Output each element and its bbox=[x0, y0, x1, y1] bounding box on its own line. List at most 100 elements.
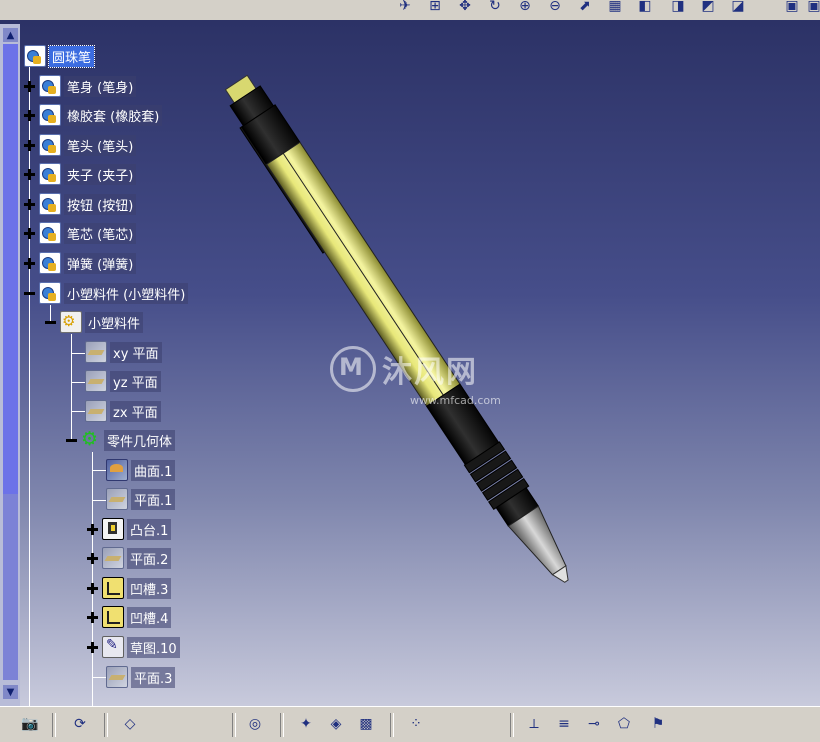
expand-icon[interactable] bbox=[24, 139, 35, 151]
collapse-icon[interactable] bbox=[66, 435, 77, 446]
sketch-tool-icon[interactable]: ◇ bbox=[120, 714, 140, 734]
tree-node-label[interactable]: 曲面.1 bbox=[131, 459, 176, 481]
tree-component[interactable]: 橡胶套 (橡胶套) bbox=[24, 104, 163, 126]
tree-part[interactable]: 小塑料件 bbox=[45, 311, 144, 333]
tree-body[interactable]: 零件几何体 bbox=[66, 428, 176, 451]
tree-node-label[interactable]: 弹簧 (弹簧) bbox=[64, 252, 137, 274]
plane-icon bbox=[106, 666, 128, 688]
tree-feature[interactable]: 凹槽.4 bbox=[87, 606, 172, 628]
tree-node-label[interactable]: 小塑料件 (小塑料件) bbox=[64, 282, 189, 304]
tree-node-label[interactable]: 夹子 (夹子) bbox=[64, 163, 137, 185]
groove-icon bbox=[102, 606, 124, 628]
capture-icon[interactable]: 📷 bbox=[20, 714, 40, 734]
tree-feature[interactable]: 平面.3 bbox=[106, 666, 176, 688]
helix-icon[interactable]: ◎ bbox=[245, 714, 265, 734]
fly-mode-icon[interactable]: ✈ bbox=[395, 0, 415, 16]
3d-viewport[interactable]: 沐风网 www.mfcad.com ▲ ▼ 圆珠笔 笔身 (笔身) 橡胶套 (橡… bbox=[0, 20, 820, 706]
watermark: 沐风网 bbox=[330, 346, 478, 392]
tree-component[interactable]: 小塑料件 (小塑料件) bbox=[24, 282, 189, 304]
tree-node-label[interactable]: 凹槽.3 bbox=[127, 577, 172, 599]
measure-icon[interactable]: ◈ bbox=[326, 714, 346, 734]
pan-icon[interactable]: ✥ bbox=[455, 0, 475, 16]
constraint-icon[interactable]: ⟂ bbox=[524, 714, 544, 734]
expand-icon[interactable] bbox=[24, 198, 35, 210]
tree-feature[interactable]: 平面.1 bbox=[106, 488, 176, 510]
expand-icon[interactable] bbox=[87, 552, 98, 564]
tree-node-label[interactable]: 平面.3 bbox=[131, 666, 176, 688]
tree-feature[interactable]: 平面.2 bbox=[87, 547, 172, 569]
tree-node-label[interactable]: 凸台.1 bbox=[127, 518, 172, 540]
tree-plane[interactable]: zx 平面 bbox=[85, 400, 161, 422]
swap-visible-space-icon[interactable]: ◪ bbox=[728, 0, 748, 16]
tree-node-label[interactable]: xy 平面 bbox=[110, 341, 162, 363]
tree-node-label[interactable]: zx 平面 bbox=[110, 400, 161, 422]
tree-node-label[interactable]: 橡胶套 (橡胶套) bbox=[64, 104, 163, 126]
tree-root-label[interactable]: 圆珠笔 bbox=[47, 44, 96, 68]
expand-icon[interactable] bbox=[87, 641, 98, 653]
expand-icon[interactable] bbox=[87, 523, 98, 535]
tree-node-label[interactable]: 零件几何体 bbox=[104, 429, 176, 451]
collapse-icon[interactable] bbox=[24, 288, 35, 299]
tree-node-label[interactable]: 笔芯 (笔芯) bbox=[64, 222, 137, 244]
expand-icon[interactable] bbox=[24, 257, 35, 269]
scroll-up-button[interactable]: ▲ bbox=[3, 28, 18, 42]
apply-material-icon[interactable]: ✦ bbox=[296, 714, 316, 734]
rotate-icon[interactable]: ↻ bbox=[485, 0, 505, 16]
tree-plane[interactable]: yz 平面 bbox=[85, 370, 161, 392]
tree-feature[interactable]: 凸台.1 bbox=[87, 518, 172, 540]
surface-icon bbox=[106, 459, 128, 481]
tree-root[interactable]: 圆珠笔 bbox=[24, 44, 96, 68]
tree-component[interactable]: 笔头 (笔头) bbox=[24, 134, 137, 156]
tree-component[interactable]: 笔身 (笔身) bbox=[24, 75, 137, 97]
expand-icon[interactable] bbox=[24, 80, 35, 92]
expand-icon[interactable] bbox=[24, 227, 35, 239]
tree-component[interactable]: 按钮 (按钮) bbox=[24, 193, 137, 215]
plane-icon bbox=[106, 488, 128, 510]
text-annotation-icon[interactable]: ≡ bbox=[554, 714, 574, 734]
tree-node-label[interactable]: 草图.10 bbox=[127, 636, 180, 658]
tree-feature[interactable]: 草图.10 bbox=[87, 636, 180, 658]
tree-feature[interactable]: 凹槽.3 bbox=[87, 577, 172, 599]
pattern-icon[interactable]: ⁘ bbox=[406, 714, 426, 734]
bottom-toolbar: 📷 ⟳ ◇ ◎ ✦ ◈ ▩ ⁘ ⟂ ≡ ⊸ ⬠ ⚑ bbox=[0, 706, 820, 742]
render-style-icon[interactable]: ◨ bbox=[668, 0, 688, 16]
isometric-view-icon[interactable]: ◧ bbox=[635, 0, 655, 16]
part-icon bbox=[60, 311, 82, 333]
component-icon bbox=[39, 104, 61, 126]
zoom-out-icon[interactable]: ⊖ bbox=[545, 0, 565, 16]
view-cube-icon[interactable]: ▣ bbox=[782, 0, 802, 16]
scroll-thumb[interactable] bbox=[3, 44, 18, 494]
tree-component[interactable]: 夹子 (夹子) bbox=[24, 163, 137, 185]
expand-icon[interactable] bbox=[24, 168, 35, 180]
tree-node-label[interactable]: 按钮 (按钮) bbox=[64, 193, 137, 215]
flag-note-icon[interactable]: ⊸ bbox=[584, 714, 604, 734]
multi-view-icon[interactable]: ▦ bbox=[605, 0, 625, 16]
tree-feature[interactable]: 曲面.1 bbox=[106, 459, 176, 481]
tree-node-label[interactable]: 小塑料件 bbox=[85, 311, 144, 333]
tree-node-label[interactable]: 笔身 (笔身) bbox=[64, 75, 137, 97]
tree-component[interactable]: 笔芯 (笔芯) bbox=[24, 222, 137, 244]
expand-icon[interactable] bbox=[87, 611, 98, 623]
analysis-icon[interactable]: ▩ bbox=[356, 714, 376, 734]
update-icon[interactable]: ⟳ bbox=[70, 714, 90, 734]
scroll-down-button[interactable]: ▼ bbox=[3, 685, 18, 699]
expand-icon[interactable] bbox=[87, 582, 98, 594]
hide-show-icon[interactable]: ◩ bbox=[698, 0, 718, 16]
component-icon bbox=[39, 134, 61, 156]
view-cube-2-icon[interactable]: ▣ bbox=[804, 0, 820, 16]
tree-node-label[interactable]: yz 平面 bbox=[110, 370, 161, 392]
tree-scrollbar[interactable]: ▲ ▼ bbox=[0, 24, 20, 706]
tree-node-label[interactable]: 平面.2 bbox=[127, 547, 172, 569]
tree-node-label[interactable]: 凹槽.4 bbox=[127, 606, 172, 628]
tree-plane[interactable]: xy 平面 bbox=[85, 341, 162, 363]
normal-view-icon[interactable]: ⬈ bbox=[575, 0, 595, 16]
zoom-in-icon[interactable]: ⊕ bbox=[515, 0, 535, 16]
tree-node-label[interactable]: 笔头 (笔头) bbox=[64, 134, 137, 156]
tree-node-label[interactable]: 平面.1 bbox=[131, 488, 176, 510]
stamp-icon[interactable]: ⚑ bbox=[648, 714, 668, 734]
tree-component[interactable]: 弹簧 (弹簧) bbox=[24, 252, 137, 274]
3d-annotation-icon[interactable]: ⬠ bbox=[614, 714, 634, 734]
fit-all-icon[interactable]: ⊞ bbox=[425, 0, 445, 16]
collapse-icon[interactable] bbox=[45, 317, 56, 328]
expand-icon[interactable] bbox=[24, 109, 35, 121]
